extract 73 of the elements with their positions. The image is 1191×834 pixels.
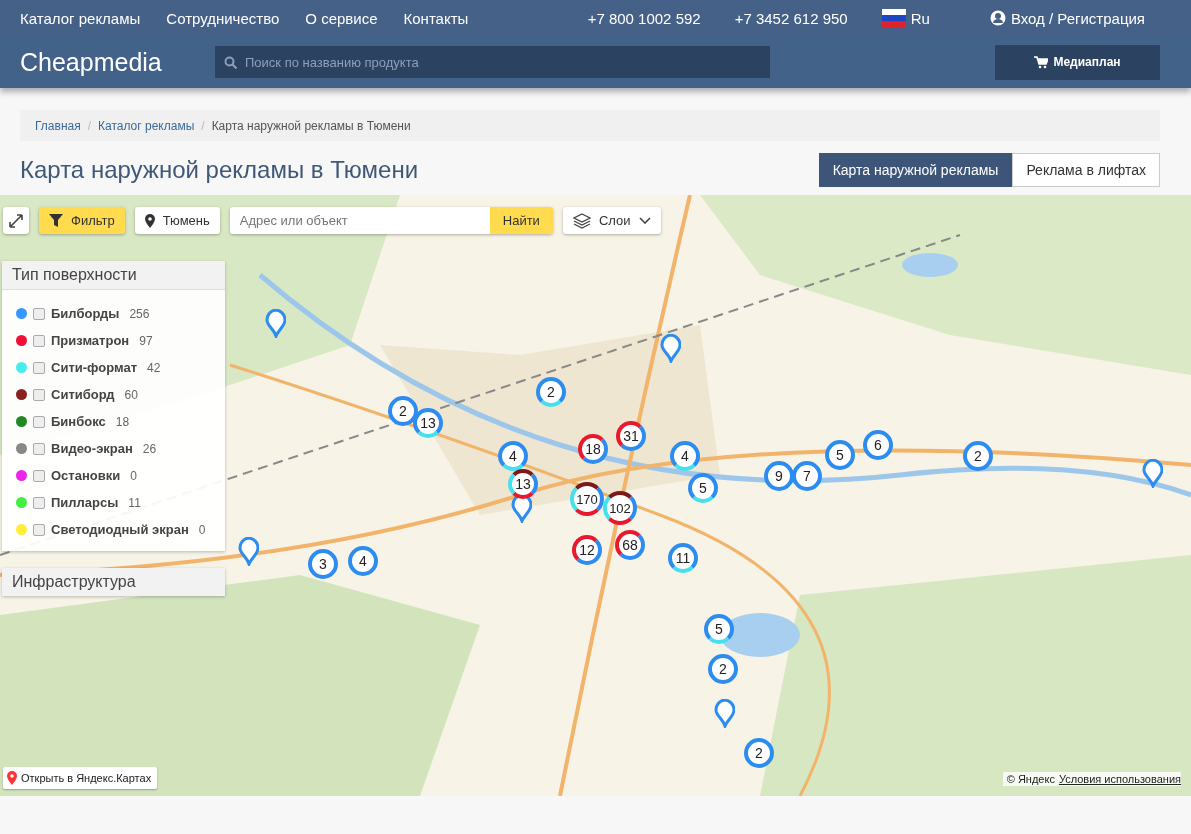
expand-icon [9, 213, 23, 228]
checkbox[interactable] [33, 496, 45, 509]
mediaplan-button[interactable]: Медиаплан [995, 44, 1160, 80]
chevron-down-icon [638, 217, 651, 224]
breadcrumb-item[interactable]: Главная [35, 118, 81, 133]
filter-label: Билборды [51, 306, 120, 321]
funnel-icon [49, 214, 63, 227]
login-link[interactable]: Вход / Регистрация [989, 9, 1145, 27]
filter-label: Светодиодный экран [51, 522, 189, 537]
user-icon [989, 10, 1006, 26]
item-count: 26 [142, 441, 157, 456]
copyright-text: © Яндекс [1006, 773, 1055, 785]
nav-link[interactable]: Контакты [403, 9, 469, 27]
cart-icon [1034, 55, 1049, 69]
item-count: 97 [139, 333, 153, 348]
layers-button[interactable]: Слои [562, 207, 661, 234]
phone-number: +7 800 1002 592 [587, 9, 701, 27]
open-in-maps-link[interactable]: Открыть в Яндекс.Картах [3, 767, 158, 789]
map-pin-icon [713, 699, 735, 728]
checkbox[interactable] [33, 442, 45, 455]
filter-label: Бинбокс [51, 414, 106, 429]
flag-icon [881, 9, 906, 27]
location-icon [144, 213, 155, 228]
tab[interactable]: Карта наружной рекламы [818, 153, 1013, 187]
breadcrumb-item: Карта наружной рекламы в Тюмени [211, 118, 411, 133]
filter-label: Видео-экран [51, 441, 133, 456]
find-button[interactable]: Найти [489, 207, 553, 234]
map-pin-icon [237, 537, 259, 566]
checkbox[interactable] [33, 307, 45, 320]
checkbox[interactable] [33, 415, 45, 428]
filter-label: Призматрон [51, 333, 130, 348]
filter-label: Пилларсы [51, 495, 119, 510]
logo: Cheapmedia [20, 47, 163, 77]
search-icon [224, 56, 237, 69]
terms-link[interactable]: Условия использования [1058, 773, 1181, 785]
checkbox[interactable] [33, 388, 45, 401]
item-count: 256 [129, 306, 150, 321]
checkbox[interactable] [33, 361, 45, 374]
nav-link[interactable]: Каталог рекламы [20, 9, 141, 27]
map-pin-icon [659, 334, 681, 363]
language-link[interactable]: Ru [881, 9, 930, 27]
item-count: 0 [130, 468, 137, 483]
map-pin-icon [1141, 459, 1163, 488]
filter-button[interactable]: Фильтр [39, 207, 125, 234]
item-count: 42 [147, 360, 161, 375]
nav-link[interactable]: О сервисе [305, 9, 378, 27]
phone-number: +7 3452 612 950 [734, 9, 848, 27]
filter-label: Ситиборд [51, 387, 115, 402]
infrastructure-panel[interactable]: Инфраструктура [2, 568, 225, 596]
item-count: 11 [128, 495, 141, 510]
checkbox[interactable] [33, 334, 45, 347]
nav-link[interactable]: Сотрудничество [166, 9, 280, 27]
breadcrumb-separator: / [201, 118, 205, 133]
breadcrumb-item[interactable]: Каталог рекламы [98, 118, 195, 133]
search-field[interactable]: Поиск по названию продукта [215, 46, 770, 78]
city-button[interactable]: Тюмень [134, 207, 220, 234]
filter-label: Сити-формат [51, 360, 138, 375]
map-pin-icon [264, 309, 286, 338]
item-count: 18 [115, 414, 130, 429]
address-field[interactable]: Адрес или объект [229, 207, 490, 234]
page-title: Карта наружной рекламы в Тюмени [20, 156, 420, 184]
breadcrumb-separator: / [87, 118, 92, 133]
layers-icon [572, 212, 591, 229]
fullscreen-button[interactable] [3, 207, 29, 234]
item-count: 0 [198, 522, 206, 537]
panel-title: Тип поверхности [2, 261, 225, 290]
filter-label: Остановки [51, 468, 121, 483]
map-pin-icon [510, 494, 532, 523]
checkbox[interactable] [33, 523, 45, 536]
map-pin-icon [7, 771, 17, 785]
tab[interactable]: Реклама в лифтах [1012, 153, 1160, 187]
checkbox[interactable] [33, 469, 45, 482]
item-count: 60 [124, 387, 138, 402]
